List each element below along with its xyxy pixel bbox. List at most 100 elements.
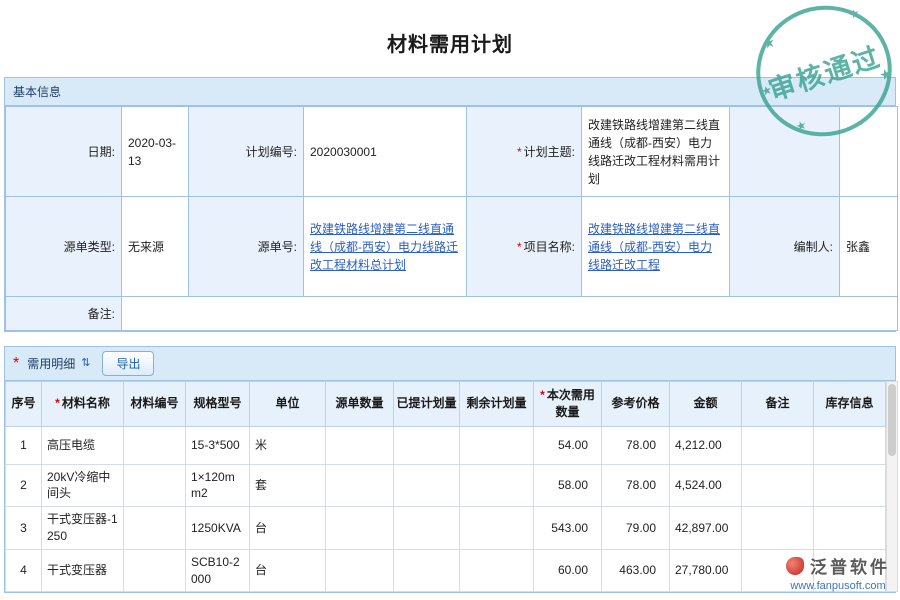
- table-cell: 4: [6, 549, 42, 592]
- table-cell: [326, 426, 394, 464]
- table-cell: [460, 549, 534, 592]
- sort-icon[interactable]: ⇅: [81, 358, 90, 369]
- column-header: 序号: [6, 382, 42, 427]
- table-cell: 3: [6, 507, 42, 550]
- table-cell: [124, 549, 186, 592]
- table-cell: [124, 507, 186, 550]
- plan-no-value: 2020030001: [304, 107, 467, 197]
- table-cell: [742, 426, 814, 464]
- table-row[interactable]: 220kV冷缩中间头1×120mm2套58.0078.004,524.00: [6, 464, 886, 507]
- compiler-value: 张鑫: [840, 197, 898, 297]
- project-link[interactable]: 改建铁路线增建第二线直通线（成都-西安）电力线路迁改工程: [588, 222, 720, 272]
- empty-label-cell: [730, 107, 840, 197]
- table-cell: 79.00: [602, 507, 670, 550]
- table-row[interactable]: 3干式变压器-12501250KVA台543.0079.0042,897.00: [6, 507, 886, 550]
- basic-info-row-2: 源单类型: 无来源 源单号: 改建铁路线增建第二线直通线（成都-西安）电力线路迁…: [6, 197, 898, 297]
- table-cell: 米: [250, 426, 326, 464]
- table-cell: 463.00: [602, 549, 670, 592]
- table-cell: 套: [250, 464, 326, 507]
- table-cell: 60.00: [534, 549, 602, 592]
- source-no-cell: 改建铁路线增建第二线直通线（成都-西安）电力线路迁改工程材料总计划: [304, 197, 467, 297]
- empty-value-cell: [840, 107, 898, 197]
- basic-info-row-3: 备注:: [6, 297, 898, 331]
- source-type-label: 源单类型:: [6, 197, 122, 297]
- column-header: *材料名称: [42, 382, 124, 427]
- column-header: 已提计划量: [394, 382, 460, 427]
- scrollbar-thumb[interactable]: [888, 384, 896, 456]
- table-cell: 78.00: [602, 426, 670, 464]
- export-button[interactable]: 导出: [102, 351, 154, 376]
- table-cell: [394, 426, 460, 464]
- table-cell: 高压电缆: [42, 426, 124, 464]
- vendor-brand: 泛普软件: [810, 553, 890, 578]
- vendor-logo-icon: [786, 557, 804, 575]
- table-cell: 20kV冷缩中间头: [42, 464, 124, 507]
- basic-info-panel: 基本信息 日期: 2020-03-13 计划编号: 2020030001 *计划…: [4, 77, 896, 332]
- column-header: 备注: [742, 382, 814, 427]
- table-cell: [326, 464, 394, 507]
- column-header: 规格型号: [186, 382, 250, 427]
- detail-section-title: 需用明细: [27, 355, 75, 372]
- table-cell: 台: [250, 549, 326, 592]
- table-cell: [394, 507, 460, 550]
- table-cell: [326, 549, 394, 592]
- remark-label: 备注:: [6, 297, 122, 331]
- table-cell: 58.00: [534, 464, 602, 507]
- table-cell: [394, 464, 460, 507]
- table-cell: [326, 507, 394, 550]
- required-mark: *: [517, 240, 522, 254]
- date-value: 2020-03-13: [122, 107, 189, 197]
- vendor-url[interactable]: www.fanpusoft.com: [786, 580, 890, 592]
- basic-info-table: 日期: 2020-03-13 计划编号: 2020030001 *计划主题: 改…: [5, 106, 898, 331]
- table-cell: 1250KVA: [186, 507, 250, 550]
- detail-table-body: 1高压电缆 15-3*500米 54.0078.004,212.00 220kV冷缩中…: [6, 426, 886, 592]
- table-cell: 4,524.00: [670, 464, 742, 507]
- source-no-label: 源单号:: [189, 197, 304, 297]
- detail-panel: * 需用明细 ⇅ 导出 序号*材料名称材料编号规格型号单位源单数量已提计划量剩余…: [4, 346, 896, 593]
- table-cell: 27,780.00: [670, 549, 742, 592]
- plan-no-label: 计划编号:: [189, 107, 304, 197]
- table-cell: [394, 549, 460, 592]
- table-cell: 台: [250, 507, 326, 550]
- project-cell: 改建铁路线增建第二线直通线（成都-西安）电力线路迁改工程: [582, 197, 730, 297]
- table-cell: 1×120mm2: [186, 464, 250, 507]
- table-row[interactable]: 4干式变压器 SCB10-2000台 60.00463.0027,780.00: [6, 549, 886, 592]
- column-header: 剩余计划量: [460, 382, 534, 427]
- table-cell: 2: [6, 464, 42, 507]
- project-label: *项目名称:: [467, 197, 582, 297]
- table-cell: 15-3*500: [186, 426, 250, 464]
- detail-table: 序号*材料名称材料编号规格型号单位源单数量已提计划量剩余计划量*本次需用数量参考…: [5, 381, 886, 592]
- compiler-label: 编制人:: [730, 197, 840, 297]
- table-cell: [742, 507, 814, 550]
- column-header: 库存信息: [814, 382, 886, 427]
- table-cell: SCB10-2000: [186, 549, 250, 592]
- detail-header-row: 序号*材料名称材料编号规格型号单位源单数量已提计划量剩余计划量*本次需用数量参考…: [6, 382, 886, 427]
- basic-info-row-1: 日期: 2020-03-13 计划编号: 2020030001 *计划主题: 改…: [6, 107, 898, 197]
- table-cell: [814, 507, 886, 550]
- column-header: 源单数量: [326, 382, 394, 427]
- table-cell: 42,897.00: [670, 507, 742, 550]
- table-row[interactable]: 1高压电缆 15-3*500米 54.0078.004,212.00: [6, 426, 886, 464]
- table-cell: 干式变压器: [42, 549, 124, 592]
- table-cell: 4,212.00: [670, 426, 742, 464]
- table-cell: [124, 464, 186, 507]
- column-header: 金额: [670, 382, 742, 427]
- required-mark: *: [517, 145, 522, 159]
- source-no-link[interactable]: 改建铁路线增建第二线直通线（成都-西安）电力线路迁改工程材料总计划: [310, 222, 458, 272]
- table-cell: 1: [6, 426, 42, 464]
- table-cell: [460, 507, 534, 550]
- table-cell: [460, 464, 534, 507]
- vendor-watermark: 泛普软件 www.fanpusoft.com: [786, 553, 890, 592]
- table-cell: [814, 426, 886, 464]
- detail-section-header: * 需用明细 ⇅ 导出: [5, 347, 895, 381]
- column-header: 单位: [250, 382, 326, 427]
- table-cell: [124, 426, 186, 464]
- source-type-value: 无来源: [122, 197, 189, 297]
- subject-label: *计划主题:: [467, 107, 582, 197]
- table-cell: 干式变压器-1250: [42, 507, 124, 550]
- table-cell: 54.00: [534, 426, 602, 464]
- date-label: 日期:: [6, 107, 122, 197]
- page-title: 材料需用计划: [0, 0, 900, 77]
- remark-value: [122, 297, 898, 331]
- column-header: *本次需用数量: [534, 382, 602, 427]
